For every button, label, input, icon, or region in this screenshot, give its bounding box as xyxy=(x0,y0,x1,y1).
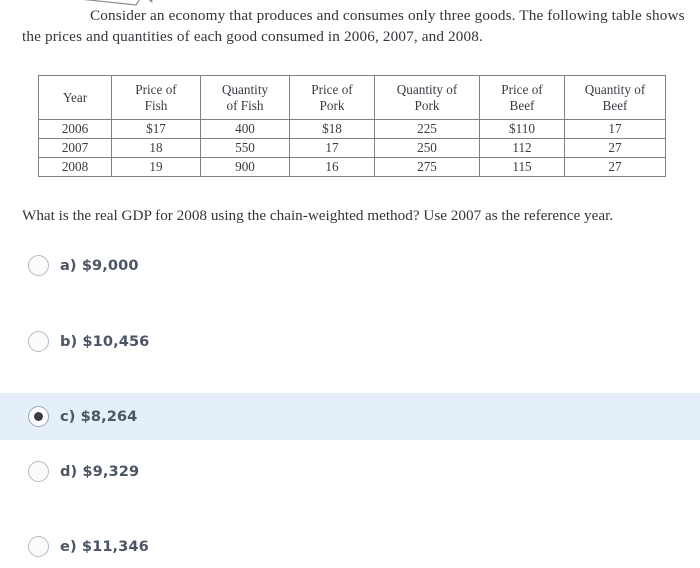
header-line1: Quantity of xyxy=(584,81,646,97)
header-line2: Fish xyxy=(144,97,168,113)
column-header-quantity-of-pork: Quantity of Pork xyxy=(374,75,480,120)
answer-option-c[interactable]: c) $8,264 xyxy=(0,393,700,440)
answer-option-d-inner[interactable]: d) $9,329 xyxy=(0,460,140,482)
header-line2: Beef xyxy=(602,97,628,113)
answer-option-e-inner[interactable]: e) $11,346 xyxy=(0,535,149,557)
cell-price-of-fish: 18 xyxy=(111,138,201,158)
answer-option-c-inner[interactable]: c) $8,264 xyxy=(0,406,137,427)
radio-button-b-icon[interactable] xyxy=(28,330,49,352)
answer-option-d[interactable]: d) $9,329 xyxy=(0,458,700,484)
cell-quantity-of-beef: 17 xyxy=(564,119,666,139)
header-line1: Price of xyxy=(135,81,177,97)
column-header-price-of-pork: Price of Pork xyxy=(289,75,375,120)
cell-price-of-beef: $110 xyxy=(479,119,565,139)
table-row: 2006 $17 400 $18 225 $110 17 xyxy=(38,119,666,139)
cell-year: 2007 xyxy=(38,138,112,158)
goods-data-table: Year Price of Fish Quantity of Fish Pric… xyxy=(38,75,666,177)
header-line1: Quantity xyxy=(221,81,269,97)
header-line2: Beef xyxy=(509,97,535,113)
cell-quantity-of-beef: 27 xyxy=(564,138,666,158)
cell-quantity-of-pork: 225 xyxy=(374,119,480,139)
answer-option-b[interactable]: b) $10,456 xyxy=(0,328,700,354)
answer-option-b-inner[interactable]: b) $10,456 xyxy=(0,330,150,352)
radio-dot-icon xyxy=(34,412,43,421)
header-line2: Pork xyxy=(414,97,440,113)
cell-quantity-of-fish: 900 xyxy=(200,157,290,177)
table-header-row: Year Price of Fish Quantity of Fish Pric… xyxy=(38,75,666,120)
header-line1: Year xyxy=(62,89,88,105)
question-prompt: Consider an economy that produces and co… xyxy=(22,7,685,45)
cell-price-of-pork: $18 xyxy=(289,119,375,139)
cell-quantity-of-pork: 250 xyxy=(374,138,480,158)
header-line2: of Fish xyxy=(226,97,264,113)
cell-quantity-of-fish: 400 xyxy=(200,119,290,139)
column-header-quantity-of-beef: Quantity of Beef xyxy=(564,75,666,120)
goods-data-table-wrapper: Year Price of Fish Quantity of Fish Pric… xyxy=(38,75,666,177)
cell-price-of-beef: 112 xyxy=(479,138,565,158)
cell-quantity-of-fish: 550 xyxy=(200,138,290,158)
cell-price-of-fish: $17 xyxy=(111,119,201,139)
radio-button-a-icon[interactable] xyxy=(28,254,49,276)
cell-price-of-beef: 115 xyxy=(479,157,565,177)
radio-button-c-icon[interactable] xyxy=(28,406,49,427)
table-body: 2006 $17 400 $18 225 $110 17 2007 18 550… xyxy=(38,119,666,177)
column-header-price-of-fish: Price of Fish xyxy=(111,75,201,120)
header-line1: Quantity of xyxy=(396,81,458,97)
question-text: What is the real GDP for 2008 using the … xyxy=(22,207,614,224)
column-header-year: Year xyxy=(38,75,112,120)
answer-option-e-label: e) $11,346 xyxy=(60,537,149,555)
radio-button-d-icon[interactable] xyxy=(28,460,49,482)
cell-price-of-pork: 17 xyxy=(289,138,375,158)
answer-option-e[interactable]: e) $11,346 xyxy=(0,533,700,559)
radio-button-e-icon[interactable] xyxy=(28,535,49,557)
cell-year: 2006 xyxy=(38,119,112,139)
cell-price-of-fish: 19 xyxy=(111,157,201,177)
answer-option-d-label: d) $9,329 xyxy=(60,462,140,480)
cell-quantity-of-pork: 275 xyxy=(374,157,480,177)
answer-option-b-label: b) $10,456 xyxy=(60,332,150,350)
table-row: 2007 18 550 17 250 112 27 xyxy=(38,138,666,158)
header-line1: Price of xyxy=(311,81,353,97)
answer-option-a[interactable]: a) $9,000 xyxy=(0,252,700,278)
cell-price-of-pork: 16 xyxy=(289,157,375,177)
column-header-quantity-of-fish: Quantity of Fish xyxy=(200,75,290,120)
column-header-price-of-beef: Price of Beef xyxy=(479,75,565,120)
answer-option-a-label: a) $9,000 xyxy=(60,256,139,274)
header-line2: Pork xyxy=(319,97,345,113)
cell-quantity-of-beef: 27 xyxy=(564,157,666,177)
header-line1: Price of xyxy=(501,81,543,97)
table-header: Year Price of Fish Quantity of Fish Pric… xyxy=(38,75,666,120)
table-row: 2008 19 900 16 275 115 27 xyxy=(38,157,666,177)
answer-option-a-inner[interactable]: a) $9,000 xyxy=(0,254,139,276)
cell-year: 2008 xyxy=(38,157,112,177)
answer-option-c-label: c) $8,264 xyxy=(60,408,138,425)
